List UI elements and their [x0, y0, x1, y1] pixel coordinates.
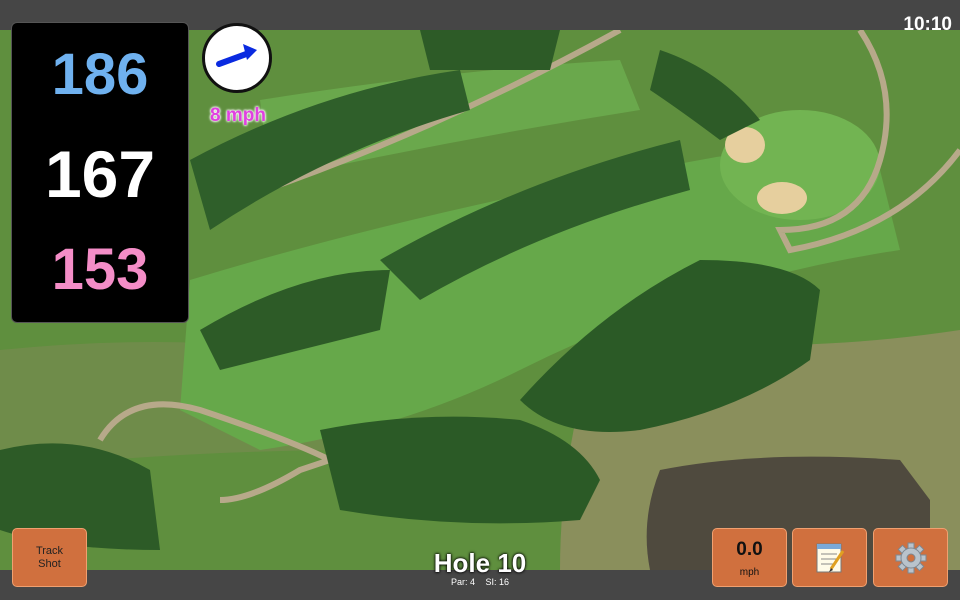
notepad-icon [816, 543, 845, 573]
track-shot-button[interactable]: Track Shot [12, 528, 87, 587]
back-yardage: 186 [51, 42, 149, 107]
notes-button[interactable] [792, 528, 867, 587]
gear-icon [895, 542, 927, 574]
wind-direction-indicator [202, 23, 272, 93]
track-shot-label-line1: Track [35, 544, 64, 557]
speed-button[interactable]: 0.0 mph [712, 528, 787, 587]
yardage-panel: 186 167 153 [11, 22, 189, 323]
hole-title: Hole 10 [433, 548, 527, 578]
speed-unit: mph [739, 567, 760, 578]
wind-arrow-icon [216, 44, 257, 67]
front-yardage: 153 [51, 237, 149, 302]
hole-info: Par: 4 SI: 16 [380, 577, 580, 587]
speed-value: 0.0 [736, 539, 763, 560]
settings-button[interactable] [873, 528, 948, 587]
track-shot-label-line2: Shot [38, 557, 61, 570]
wind-speed: 8 mph [210, 105, 266, 126]
hole-stroke-index: SI: 16 [485, 577, 510, 587]
hole-par: Par: 4 [450, 577, 475, 587]
middle-yardage: 167 [44, 137, 156, 211]
